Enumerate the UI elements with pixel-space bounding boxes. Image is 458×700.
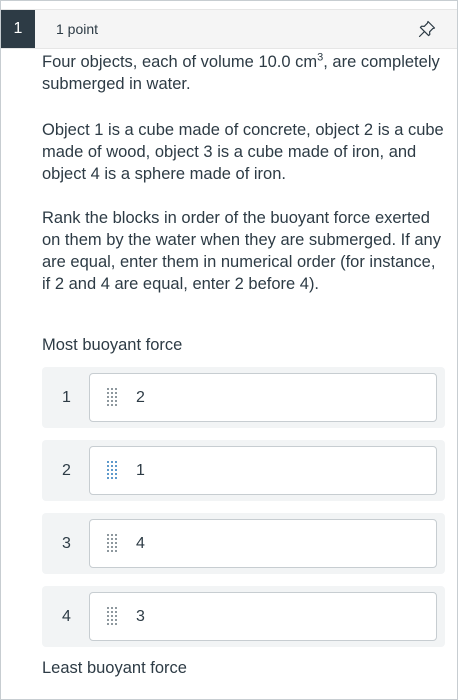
question-card: 1 1 point Four objects, each of volume 1… [0,0,458,700]
drag-handle-icon[interactable] [107,534,117,552]
rank-number: 3 [62,535,71,552]
item-value: 3 [136,608,145,625]
question-paragraph-3: Rank the blocks in order of the buoyant … [42,209,441,293]
item-value: 1 [136,462,145,479]
item-value: 2 [136,389,145,406]
drag-handle-icon[interactable] [107,388,117,406]
draggable-item[interactable]: 2 [89,373,437,422]
question-paragraph-2: Object 1 is a cube made of concrete, obj… [42,121,444,183]
rank-number: 4 [62,608,71,625]
pin-icon[interactable] [417,19,437,39]
rank-number: 1 [62,389,71,406]
least-buoyant-label: Least buoyant force [42,659,187,677]
question-header: 1 1 point [1,9,457,49]
drag-handle-icon[interactable] [107,461,117,479]
rank-row: 4 3 [42,586,445,647]
question-number: 1 [1,10,35,48]
rank-number: 2 [62,462,71,479]
draggable-item[interactable]: 4 [89,519,437,568]
most-buoyant-label: Most buoyant force [42,336,183,354]
question-paragraph-1: Four objects, each of volume 10.0 cm3, a… [42,51,447,95]
draggable-item[interactable]: 3 [89,592,437,641]
rank-row: 3 4 [42,513,445,574]
item-value: 4 [136,535,145,552]
draggable-item[interactable]: 1 [89,446,437,495]
paragraph-1-text: Four objects, each of volume 10.0 cm [42,53,318,71]
question-points: 1 point [56,21,99,37]
rank-row: 1 2 [42,367,445,428]
drag-handle-icon[interactable] [107,607,117,625]
rank-row: 2 1 [42,440,445,501]
